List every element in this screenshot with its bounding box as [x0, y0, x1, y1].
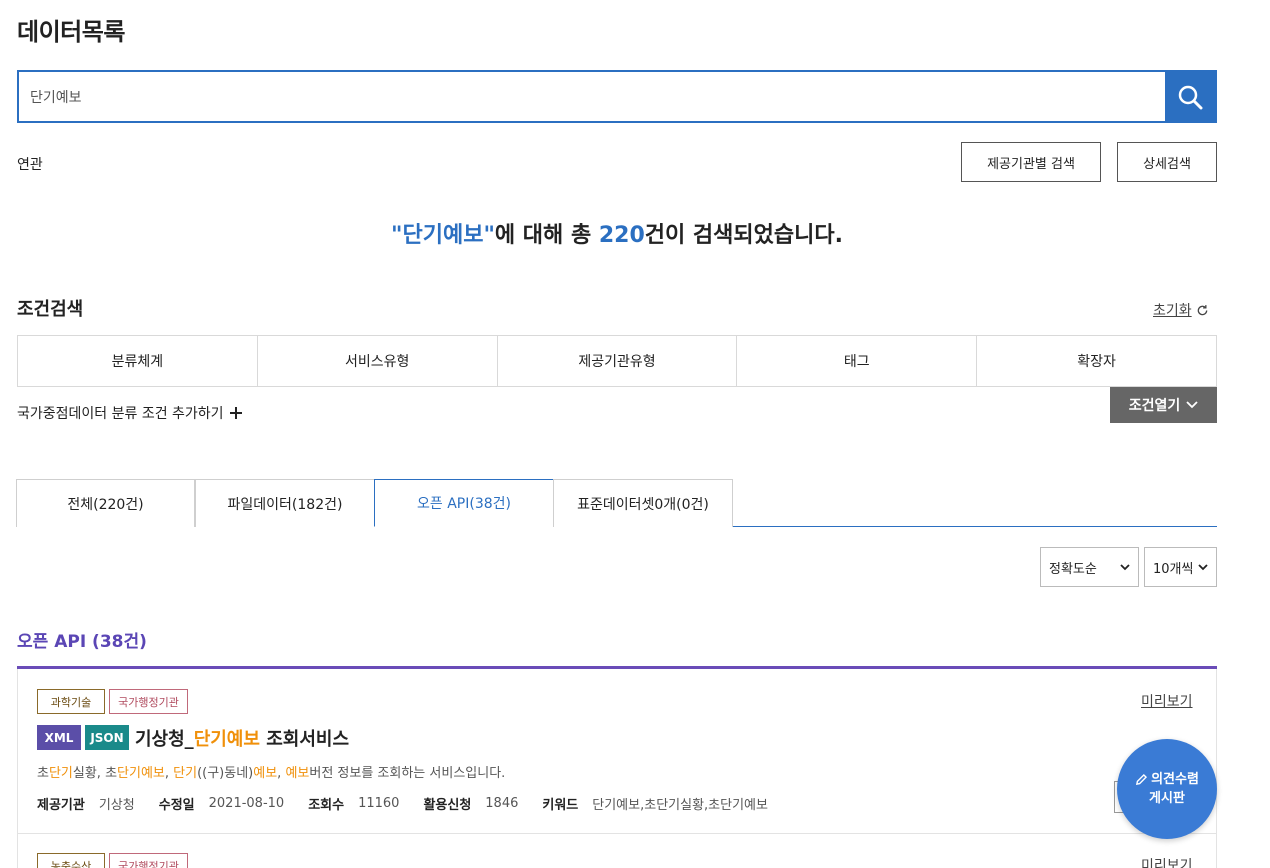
related-label: 연관: [17, 157, 43, 173]
tab-open-api[interactable]: 오픈 API(38건): [374, 479, 554, 527]
result-message: "단기예보"에 대해 총 220건이 검색되었습니다.: [391, 223, 843, 248]
search-input[interactable]: [19, 72, 1165, 121]
filter-provider-type[interactable]: 제공기관유형: [498, 336, 738, 386]
page-title: 데이터목록: [17, 18, 125, 46]
filter-service-type[interactable]: 서비스유형: [258, 336, 498, 386]
sort-order-select[interactable]: 정확도순: [1040, 547, 1139, 587]
agency-badge: 국가행정기관: [109, 689, 188, 714]
search-icon: [1178, 85, 1203, 109]
result-keyword: 단기예보: [402, 223, 484, 248]
search-button[interactable]: [1165, 72, 1215, 121]
list-item: [17, 834, 1217, 868]
condition-search-title: 조건검색: [17, 299, 84, 320]
chevron-down-icon: [1198, 563, 1208, 570]
search-bar: [17, 70, 1217, 123]
tab-file-data[interactable]: 파일데이터(182건): [195, 479, 375, 527]
tab-all[interactable]: 전체(220건): [16, 479, 195, 527]
detail-search-button[interactable]: 상세검색: [1117, 142, 1217, 182]
category-badge: 농축수산: [37, 853, 105, 868]
pencil-icon: [1136, 773, 1148, 785]
item-meta: 제공기관 기상청 수정일 2021-08-10 조회수 11160 활용신청 1…: [37, 796, 768, 813]
refresh-icon: [1197, 304, 1207, 315]
filter-classification[interactable]: 분류체계: [18, 336, 258, 386]
preview-link[interactable]: 미리보기: [1141, 855, 1193, 868]
result-tabs: 전체(220건) 파일데이터(182건) 오픈 API(38건) 표준데이터셋0…: [16, 479, 1217, 527]
format-badge-xml: XML: [37, 725, 81, 750]
open-conditions-button[interactable]: 조건열기: [1110, 387, 1217, 423]
reset-label: 초기화: [1153, 303, 1192, 319]
reset-link[interactable]: 초기화: [1153, 300, 1209, 320]
filter-table: 분류체계 서비스유형 제공기관유형 태그 확장자: [17, 335, 1217, 387]
filter-extension[interactable]: 확장자: [977, 336, 1216, 386]
filter-tag[interactable]: 태그: [737, 336, 978, 386]
tab-standard-dataset[interactable]: 표준데이터셋0개(0건): [553, 479, 733, 527]
provider-search-button[interactable]: 제공기관별 검색: [961, 142, 1101, 182]
result-count: 220: [598, 223, 645, 248]
item-description: 초단기실황, 초단기예보, 단기((구)동네)예보, 예보버전 정보를 조회하는…: [37, 766, 506, 781]
section-title: 오픈 API (38건): [17, 632, 147, 652]
chevron-down-icon: [1120, 563, 1130, 570]
page-size-select[interactable]: 10개씩: [1144, 547, 1217, 587]
plus-icon: [229, 407, 242, 419]
format-badge-json: JSON: [85, 725, 129, 750]
chevron-down-icon: [1186, 401, 1198, 409]
feedback-board-button[interactable]: 의견수렴 게시판: [1117, 739, 1217, 839]
agency-badge: 국가행정기관: [109, 853, 188, 868]
add-condition-link[interactable]: 국가중점데이터 분류 조건 추가하기: [17, 403, 242, 423]
item-title[interactable]: 기상청_단기예보 조회서비스: [135, 725, 349, 751]
category-badge: 과학기술: [37, 689, 105, 714]
preview-link[interactable]: 미리보기: [1141, 691, 1193, 711]
